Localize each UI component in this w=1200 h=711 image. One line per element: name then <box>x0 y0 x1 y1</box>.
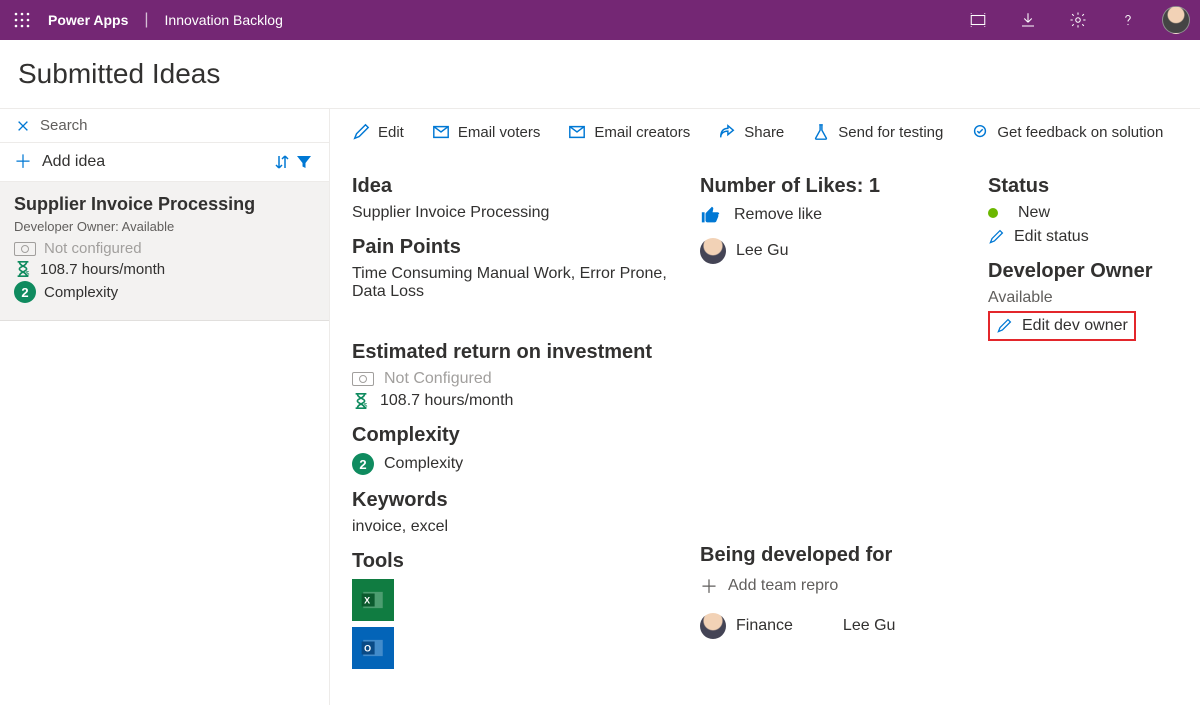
idea-card-cost: Not configured <box>14 240 315 257</box>
add-team-repro-link[interactable]: ＋ Add team repro <box>700 573 970 599</box>
pencil-icon <box>352 123 370 141</box>
mail-icon <box>432 123 450 141</box>
team-name: Finance <box>736 617 793 635</box>
idea-card[interactable]: Supplier Invoice Processing Developer Ow… <box>0 182 329 321</box>
title-separator: | <box>144 11 148 29</box>
tools-heading: Tools <box>352 550 682 573</box>
detail-col-likes: Number of Likes: 1 Remove like Lee Gu Be… <box>700 161 970 669</box>
email-creators-action[interactable]: Email creators <box>568 123 690 141</box>
action-bar: Edit Email voters Email creators Share S… <box>352 123 1178 153</box>
edit-status-link[interactable]: Edit status <box>988 228 1178 246</box>
plus-icon: ＋ <box>700 573 718 599</box>
status-heading: Status <box>988 175 1178 198</box>
filter-icon[interactable] <box>293 151 315 173</box>
pencil-icon <box>996 318 1012 334</box>
mail-icon <box>568 123 586 141</box>
keywords-value: invoice, excel <box>352 518 682 536</box>
complexity-heading: Complexity <box>352 424 682 447</box>
pencil-icon <box>988 229 1004 245</box>
clear-x-icon <box>16 119 30 133</box>
roi-cost: Not Configured <box>352 370 682 388</box>
share-icon <box>718 123 736 141</box>
remove-like-link[interactable]: Remove like <box>734 206 822 224</box>
send-testing-action[interactable]: Send for testing <box>812 123 943 141</box>
idea-card-title: Supplier Invoice Processing <box>14 194 315 215</box>
idea-detail-panel: Edit Email voters Email creators Share S… <box>330 109 1200 705</box>
svg-text:O: O <box>364 643 371 653</box>
money-icon <box>14 242 36 256</box>
svg-text:$: $ <box>364 402 368 409</box>
thumb-up-icon <box>700 204 722 226</box>
help-icon[interactable] <box>1112 4 1144 36</box>
idea-card-owner: Developer Owner: Available <box>14 219 315 234</box>
detail-col-main: Idea Supplier Invoice Processing Pain Po… <box>352 161 682 669</box>
likes-heading: Number of Likes: 1 <box>700 175 970 198</box>
hourglass-icon: $ <box>14 260 32 278</box>
add-idea-row: ＋ Add idea <box>0 143 329 182</box>
app-launcher-icon[interactable] <box>10 8 34 32</box>
hourglass-icon: $ <box>352 392 370 410</box>
plus-icon: ＋ <box>14 155 32 169</box>
topbar: Power Apps | Innovation Backlog <box>0 0 1200 40</box>
owner-heading: Developer Owner <box>988 260 1178 283</box>
status-dot-icon <box>988 208 998 218</box>
complexity-badge: 2 <box>14 281 36 303</box>
feedback-icon <box>971 123 989 141</box>
idea-value: Supplier Invoice Processing <box>352 204 682 222</box>
email-voters-action[interactable]: Email voters <box>432 123 541 141</box>
sort-icon[interactable] <box>271 151 293 173</box>
team-row: Finance Lee Gu <box>700 613 970 639</box>
complexity-line: 2 Complexity <box>352 453 682 475</box>
fit-screen-icon[interactable] <box>962 4 994 36</box>
voter-person: Lee Gu <box>700 238 970 264</box>
app-name: Power Apps <box>48 12 128 28</box>
flask-icon <box>812 123 830 141</box>
idea-card-complexity: 2 Complexity <box>14 281 315 303</box>
get-feedback-action[interactable]: Get feedback on solution <box>971 123 1163 141</box>
idea-card-hours: $ 108.7 hours/month <box>14 260 315 278</box>
svg-text:X: X <box>364 595 370 605</box>
idea-heading: Idea <box>352 175 682 198</box>
add-idea-label: Add idea <box>42 153 105 171</box>
status-value-row: New <box>988 204 1178 222</box>
page-header: Submitted Ideas <box>0 40 1200 109</box>
add-idea-button[interactable]: ＋ Add idea <box>14 153 105 171</box>
keywords-heading: Keywords <box>352 489 682 512</box>
status-value: New <box>1018 204 1050 222</box>
roi-heading: Estimated return on investment <box>352 341 682 364</box>
share-action[interactable]: Share <box>718 123 784 141</box>
settings-gear-icon[interactable] <box>1062 4 1094 36</box>
money-icon <box>352 372 374 386</box>
complexity-badge: 2 <box>352 453 374 475</box>
tool-excel-icon: X <box>352 579 394 621</box>
page-title: Submitted Ideas <box>18 58 1182 90</box>
app-subtitle: Innovation Backlog <box>165 12 283 28</box>
search-input[interactable]: Search <box>0 109 329 143</box>
avatar-icon <box>700 238 726 264</box>
edit-dev-owner-link[interactable]: Edit dev owner <box>996 317 1128 335</box>
edit-dev-owner-highlight: Edit dev owner <box>988 311 1136 341</box>
svg-text:$: $ <box>26 270 30 277</box>
download-icon[interactable] <box>1012 4 1044 36</box>
user-avatar[interactable] <box>1162 6 1190 34</box>
ideas-list-panel: Search ＋ Add idea Supplier Invoice Proce… <box>0 109 330 705</box>
avatar-icon <box>700 613 726 639</box>
devfor-heading: Being developed for <box>700 544 970 567</box>
owner-value: Available <box>988 289 1178 307</box>
pain-heading: Pain Points <box>352 236 682 259</box>
search-placeholder: Search <box>40 117 88 134</box>
roi-hours: $ 108.7 hours/month <box>352 392 682 410</box>
tool-outlook-icon: O <box>352 627 394 669</box>
detail-col-status: Status New Edit status Developer Owner A… <box>988 161 1178 669</box>
pain-value: Time Consuming Manual Work, Error Prone,… <box>352 265 682 301</box>
edit-action[interactable]: Edit <box>352 123 404 141</box>
team-person: Lee Gu <box>843 617 895 635</box>
